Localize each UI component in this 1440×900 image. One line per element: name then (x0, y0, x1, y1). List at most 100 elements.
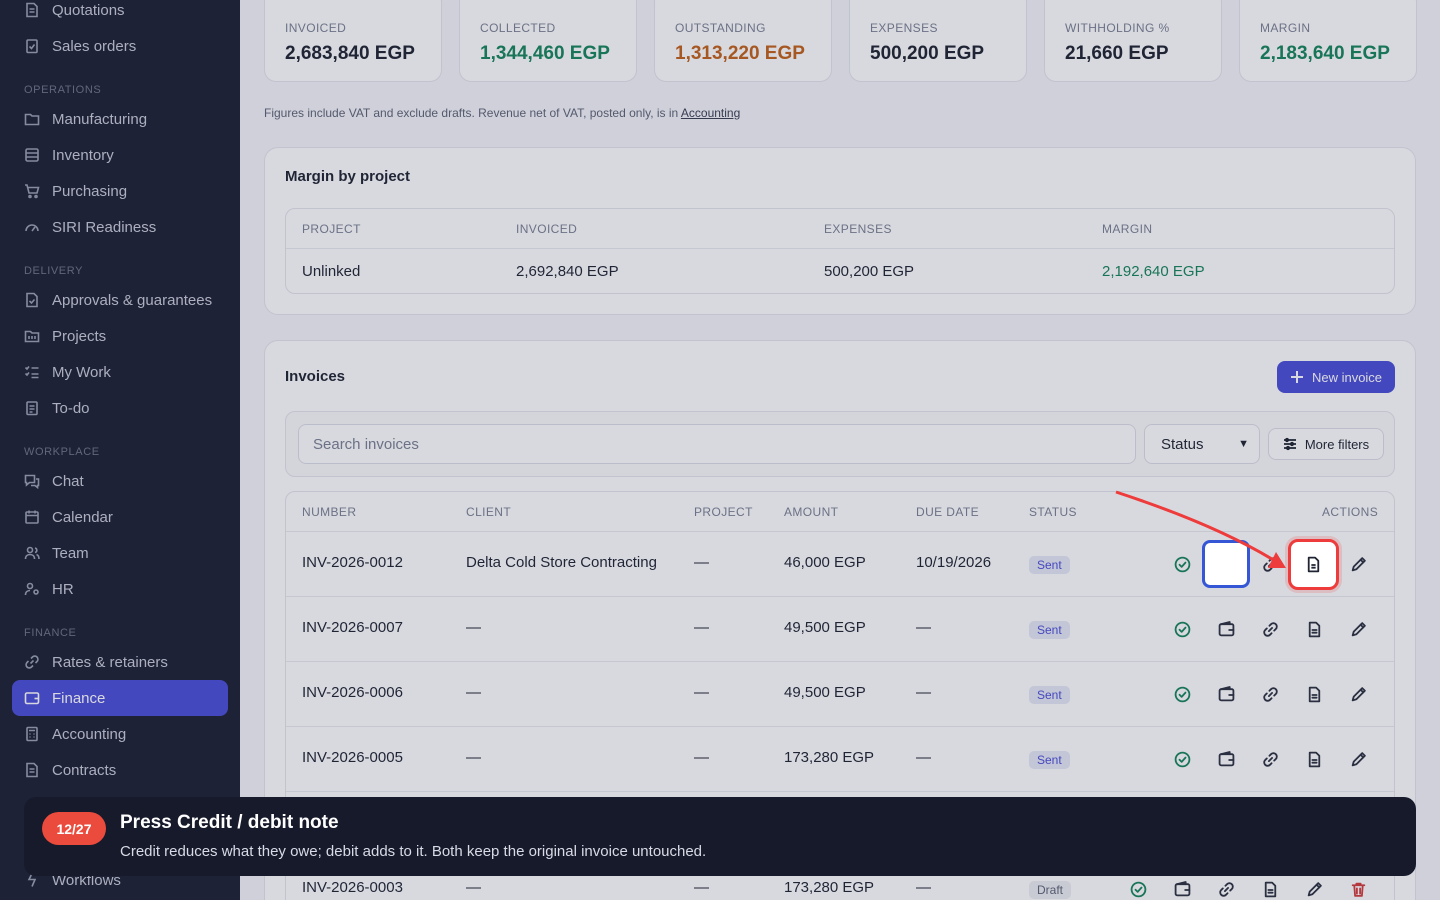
sidebar-item-team[interactable]: Team (12, 535, 228, 571)
mark-paid-icon[interactable] (1172, 684, 1192, 704)
mark-paid-icon[interactable] (1172, 619, 1192, 639)
cell-project: — (694, 619, 709, 636)
col-status: STATUS (1029, 504, 1077, 519)
document-icon[interactable] (1304, 749, 1324, 769)
cell-project: — (694, 684, 709, 701)
cell-number[interactable]: INV-2026-0006 (302, 684, 403, 701)
main-content: INVOICED 2,683,840 EGP COLLECTED 1,344,4… (240, 0, 1440, 900)
document-icon (1307, 556, 1320, 573)
margin-table: PROJECT INVOICED EXPENSES MARGIN Unlinke… (285, 208, 1395, 294)
new-invoice-button[interactable]: New invoice (1277, 361, 1395, 393)
sidebar-item-calendar[interactable]: Calendar (12, 499, 228, 535)
sidebar-item-accounting[interactable]: Accounting (12, 716, 228, 752)
link-icon[interactable] (1216, 879, 1236, 899)
accounting-link[interactable]: Accounting (681, 106, 740, 120)
cell-project: Unlinked (302, 263, 361, 280)
calculator-icon (24, 726, 40, 742)
cell-client: Delta Cold Store Contracting (466, 554, 657, 571)
wallet-icon[interactable] (1216, 684, 1236, 704)
sidebar-item-label: HR (52, 580, 74, 598)
document-icon[interactable] (1304, 684, 1324, 704)
more-filters-label: More filters (1304, 436, 1370, 452)
status-badge: Sent (1029, 556, 1070, 574)
sidebar-item-approvals[interactable]: Approvals & guarantees (12, 282, 228, 318)
sidebar-item-rates-retainers[interactable]: Rates & retainers (12, 644, 228, 680)
calendar-icon (24, 509, 40, 525)
mark-paid-icon[interactable] (1128, 879, 1148, 899)
sidebar-item-finance[interactable]: Finance (12, 680, 228, 716)
col-project: PROJECT (694, 504, 753, 519)
cell-number[interactable]: INV-2026-0007 (302, 619, 403, 636)
sidebar-item-label: My Work (52, 363, 111, 381)
sidebar-item-quotations[interactable]: Quotations (12, 0, 228, 28)
status-badge: Sent (1029, 686, 1070, 704)
search-input[interactable]: Search invoices (298, 424, 1136, 464)
link-icon[interactable] (1260, 684, 1280, 704)
pencil-icon[interactable] (1348, 619, 1368, 639)
wallet-icon[interactable] (1172, 879, 1192, 899)
col-actions: ACTIONS (1322, 504, 1379, 519)
table-row[interactable]: INV-2026-0005 — — 173,280 EGP — Sent (286, 727, 1394, 792)
cell-number[interactable]: INV-2026-0012 (302, 554, 403, 571)
table-row: Unlinked 2,692,840 EGP 500,200 EGP 2,192… (286, 249, 1394, 293)
sidebar-section-delivery: DELIVERY (24, 265, 84, 277)
pencil-icon[interactable] (1348, 554, 1368, 574)
more-filters-button[interactable]: More filters (1268, 428, 1384, 460)
wallet-icon[interactable] (1216, 749, 1236, 769)
stat-card-expenses: EXPENSES 500,200 EGP (849, 0, 1027, 82)
document-icon[interactable] (1260, 879, 1280, 899)
cell-amount: 46,000 EGP (784, 554, 866, 571)
cart-icon (24, 183, 40, 199)
panel-title: Margin by project (285, 168, 411, 185)
cell-number[interactable]: INV-2026-0005 (302, 749, 403, 766)
cell-invoiced: 2,692,840 EGP (516, 263, 619, 280)
stat-card-collected: COLLECTED 1,344,460 EGP (459, 0, 637, 82)
sidebar-section-finance: FINANCE (24, 627, 77, 639)
sidebar-item-projects[interactable]: Projects (12, 318, 228, 354)
link-icon[interactable] (1260, 619, 1280, 639)
sidebar-item-manufacturing[interactable]: Manufacturing (12, 101, 228, 137)
tour-text: Credit reduces what they owe; debit adds… (120, 843, 707, 860)
cell-client: — (466, 749, 481, 766)
cell-project: — (694, 554, 709, 571)
sidebar-item-chat[interactable]: Chat (12, 463, 228, 499)
mark-paid-icon[interactable] (1172, 749, 1192, 769)
pencil-icon[interactable] (1348, 684, 1368, 704)
stat-label: OUTSTANDING (675, 21, 766, 35)
sidebar-item-label: Inventory (52, 146, 114, 164)
sidebar-item-my-work[interactable]: My Work (12, 354, 228, 390)
pencil-icon[interactable] (1304, 879, 1324, 899)
link-icon[interactable] (1260, 749, 1280, 769)
sidebar-item-hr[interactable]: HR (12, 571, 228, 607)
status-select[interactable]: Status ▼ (1144, 424, 1260, 464)
stat-value: 500,200 EGP (870, 43, 985, 64)
table-row[interactable]: INV-2026-0007 — — 49,500 EGP — Sent (286, 597, 1394, 662)
gauge-icon (24, 219, 40, 235)
sidebar-section-workplace: WORKPLACE (24, 446, 100, 458)
clipboard-check-icon (24, 38, 40, 54)
status-badge: Sent (1029, 751, 1070, 769)
sidebar-item-sales-orders[interactable]: Sales orders (12, 28, 228, 64)
cell-amount: 49,500 EGP (784, 619, 866, 636)
sidebar-item-label: Rates & retainers (52, 653, 168, 671)
cell-amount: 49,500 EGP (784, 684, 866, 701)
sidebar-item-siri-readiness[interactable]: SIRI Readiness (12, 209, 228, 245)
cell-client: — (466, 684, 481, 701)
col-client: CLIENT (466, 504, 512, 519)
sidebar-item-purchasing[interactable]: Purchasing (12, 173, 228, 209)
cell-due-date: — (916, 879, 931, 896)
pencil-icon[interactable] (1348, 749, 1368, 769)
wallet-icon[interactable] (1216, 619, 1236, 639)
folder-icon (24, 111, 40, 127)
document-icon[interactable] (1304, 619, 1324, 639)
sidebar-item-contracts[interactable]: Contracts (12, 752, 228, 788)
sidebar-item-inventory[interactable]: Inventory (12, 137, 228, 173)
sidebar-item-to-do[interactable]: To-do (12, 390, 228, 426)
table-row[interactable]: INV-2026-0006 — — 49,500 EGP — Sent (286, 662, 1394, 727)
trash-icon[interactable] (1348, 879, 1368, 899)
stat-card-outstanding: OUTSTANDING 1,313,220 EGP (654, 0, 832, 82)
cell-number[interactable]: INV-2026-0003 (302, 879, 403, 896)
stat-card-margin: MARGIN 2,183,640 EGP (1239, 0, 1417, 82)
cell-client: — (466, 619, 481, 636)
new-invoice-label: New invoice (1311, 369, 1383, 385)
